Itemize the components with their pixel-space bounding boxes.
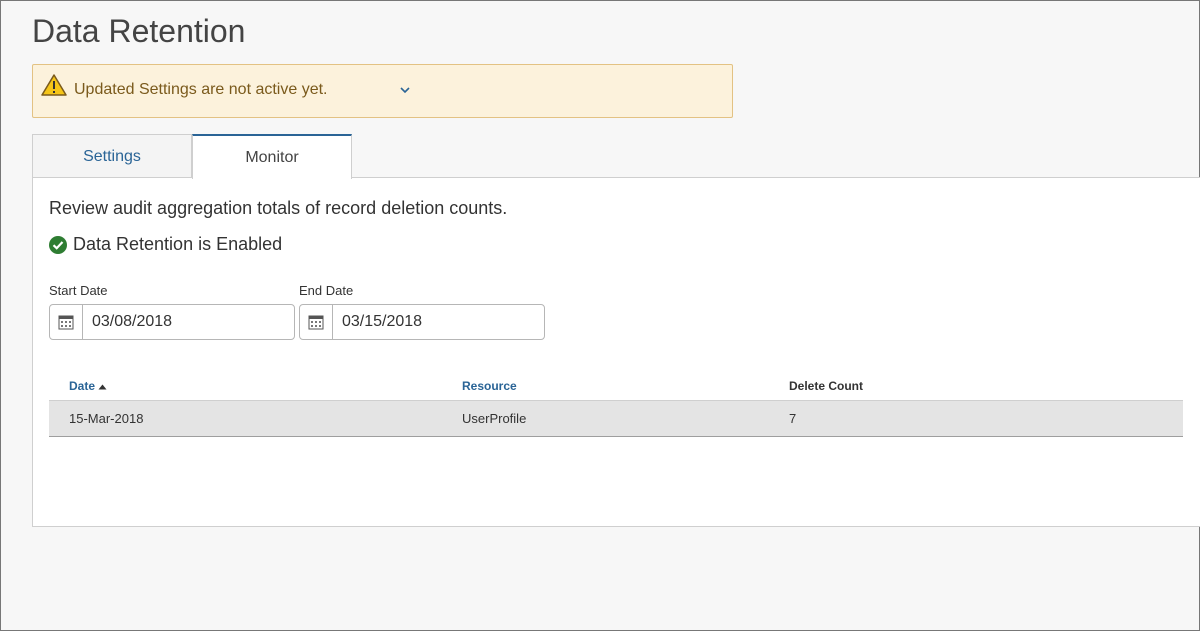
app-frame: Data Retention Updated Settings are not … <box>0 0 1200 631</box>
cell-delete-count: 7 <box>789 411 797 426</box>
start-date-label: Start Date <box>49 283 108 298</box>
cell-resource: UserProfile <box>462 411 527 426</box>
table-row[interactable]: 15-Mar-2018 UserProfile 7 <box>49 401 1183 437</box>
start-date-calendar-button[interactable] <box>50 305 83 339</box>
calendar-icon <box>58 315 74 330</box>
column-header-delete-count: Delete Count <box>789 379 864 393</box>
end-date-input[interactable]: 03/15/2018 <box>333 313 422 331</box>
calendar-icon <box>308 315 324 330</box>
monitor-description: Review audit aggregation totals of recor… <box>49 198 508 218</box>
warning-icon <box>41 74 67 96</box>
page-title: Data Retention <box>32 13 246 49</box>
start-date-field[interactable]: 03/08/2018 <box>49 304 295 340</box>
end-date-calendar-button[interactable] <box>300 305 333 339</box>
end-date-label: End Date <box>299 283 354 298</box>
chevron-down-icon[interactable] <box>397 82 413 98</box>
cell-date: 15-Mar-2018 <box>69 411 144 426</box>
retention-status: Data Retention is Enabled <box>49 234 282 255</box>
end-date-field[interactable]: 03/15/2018 <box>299 304 545 340</box>
column-header-date[interactable]: Date <box>69 379 107 393</box>
warning-message: Updated Settings are not active yet. <box>74 81 328 98</box>
warning-banner: Updated Settings are not active yet. <box>32 64 733 118</box>
tab-monitor[interactable]: Monitor <box>192 134 352 179</box>
status-text: Data Retention is Enabled <box>73 234 283 254</box>
column-header-resource[interactable]: Resource <box>462 379 517 393</box>
monitor-panel: Review audit aggregation totals of recor… <box>32 177 1200 527</box>
sort-up-icon <box>98 384 107 390</box>
tab-settings[interactable]: Settings <box>32 134 192 178</box>
start-date-input[interactable]: 03/08/2018 <box>83 313 172 331</box>
check-circle-icon <box>49 235 67 254</box>
column-header-date-label: Date <box>69 379 96 393</box>
